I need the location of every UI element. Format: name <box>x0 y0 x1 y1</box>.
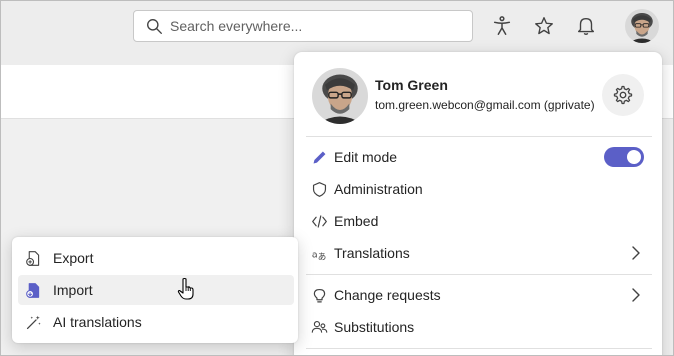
accessibility-icon <box>493 16 511 35</box>
submenu-item-label: AI translations <box>53 314 142 330</box>
star-icon <box>535 17 553 35</box>
search-icon <box>147 18 162 34</box>
menu-item-label: Substitutions <box>334 319 415 335</box>
translate-icon: aあ <box>310 244 328 262</box>
svg-text:a: a <box>311 249 317 260</box>
edit-mode-toggle[interactable] <box>604 147 644 167</box>
import-icon <box>24 281 42 299</box>
lightbulb-icon <box>310 286 328 304</box>
accessibility-button[interactable] <box>488 12 516 40</box>
divider <box>306 136 652 137</box>
chevron-right-icon <box>632 288 640 302</box>
menu-item-label: Edit mode <box>334 149 398 165</box>
bell-icon <box>577 17 595 35</box>
pencil-icon <box>310 148 328 166</box>
submenu-item-ai-translations[interactable]: AI translations <box>18 307 294 337</box>
menu-item-label: Administration <box>334 181 423 197</box>
menu-item-translations[interactable]: aあ Translations <box>304 238 652 268</box>
translations-submenu: Export Import AI translations <box>12 237 298 343</box>
code-icon <box>310 212 328 230</box>
svg-text:あ: あ <box>317 252 326 262</box>
favorites-button[interactable] <box>530 12 558 40</box>
menu-item-label: Embed <box>334 213 379 229</box>
menu-item-edit-mode[interactable]: Edit mode <box>304 142 652 172</box>
submenu-item-label: Import <box>53 282 93 298</box>
chevron-right-icon <box>632 246 640 260</box>
user-email: tom.green.webcon@gmail.com (gprivate) <box>375 98 595 112</box>
settings-button[interactable] <box>602 74 644 116</box>
user-name: Tom Green <box>375 77 448 93</box>
submenu-item-export[interactable]: Export <box>18 243 294 273</box>
shield-icon <box>310 180 328 198</box>
search-input[interactable] <box>170 18 450 34</box>
divider <box>306 348 652 349</box>
submenu-item-import[interactable]: Import <box>18 275 294 305</box>
menu-item-embed[interactable]: Embed <box>304 206 652 236</box>
menu-item-substitutions[interactable]: Substitutions <box>304 312 652 342</box>
menu-item-label: Translations <box>334 245 410 261</box>
divider <box>306 274 652 275</box>
magic-wand-icon <box>24 313 42 331</box>
profile-avatar <box>312 68 368 124</box>
export-icon <box>24 249 42 267</box>
notifications-button[interactable] <box>572 12 600 40</box>
search-box[interactable] <box>133 10 473 42</box>
menu-item-administration[interactable]: Administration <box>304 174 652 204</box>
user-avatar-button[interactable] <box>625 9 659 43</box>
menu-item-label: Change requests <box>334 287 441 303</box>
submenu-item-label: Export <box>53 250 94 266</box>
gear-icon <box>613 85 633 105</box>
profile-menu: Tom Green tom.green.webcon@gmail.com (gp… <box>294 52 662 356</box>
avatar-image <box>625 9 659 43</box>
hand-cursor-icon <box>177 277 194 300</box>
menu-item-change-requests[interactable]: Change requests <box>304 280 652 310</box>
people-icon <box>310 318 328 336</box>
